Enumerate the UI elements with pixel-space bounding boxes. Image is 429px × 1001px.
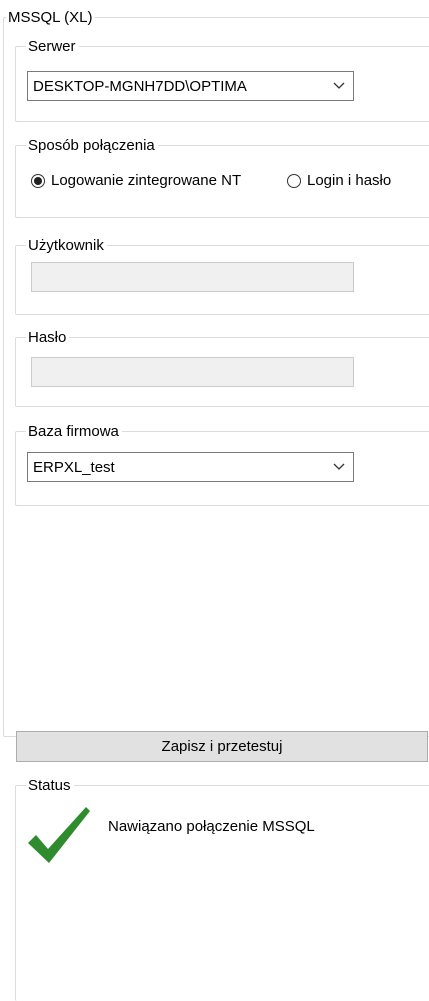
server-select[interactable]: DESKTOP-MGNH7DD\OPTIMA — [27, 71, 354, 101]
server-group-title: Serwer — [26, 38, 79, 55]
radio-nt-login-circle[interactable] — [31, 173, 45, 188]
user-group-title: Użytkownik — [26, 237, 107, 254]
password-group-title: Hasło — [26, 329, 70, 346]
database-select-value: ERPXL_test — [33, 458, 115, 476]
radio-selected-dot — [34, 176, 42, 185]
radio-login-password-label: Login i hasło — [307, 172, 392, 189]
status-message: Nawiązano połączenie MSSQL — [108, 818, 315, 835]
status-group-title: Status — [26, 777, 74, 794]
database-group-title: Baza firmowa — [26, 423, 122, 440]
database-select[interactable]: ERPXL_test — [27, 452, 354, 482]
radio-login-password[interactable]: Login i hasło — [287, 172, 391, 189]
radio-nt-login-label: Logowanie zintegrowane NT — [51, 172, 242, 189]
checkmark-icon — [26, 805, 92, 865]
save-and-test-button[interactable]: Zapisz i przetestuj — [16, 731, 428, 762]
connection-group-title: Sposób połączenia — [26, 137, 158, 154]
password-input[interactable] — [31, 357, 354, 387]
mssql-group-title: MSSQL (XL) — [6, 9, 96, 26]
radio-nt-login[interactable]: Logowanie zintegrowane NT — [31, 172, 241, 189]
user-input[interactable] — [31, 262, 354, 292]
chevron-down-icon — [325, 453, 353, 481]
server-select-value: DESKTOP-MGNH7DD\OPTIMA — [33, 77, 247, 95]
chevron-down-icon — [325, 72, 353, 100]
save-and-test-button-label: Zapisz i przetestuj — [161, 738, 283, 755]
radio-login-password-circle[interactable] — [287, 173, 301, 188]
